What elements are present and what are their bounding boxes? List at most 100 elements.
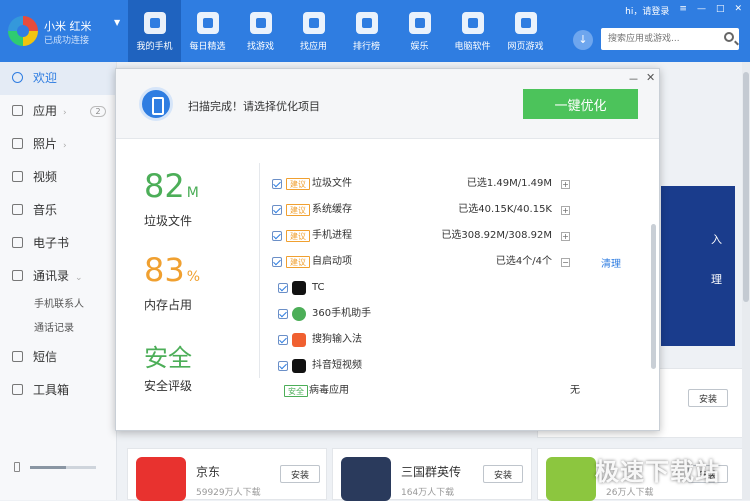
sidebar-item-apps[interactable]: 应用 › 2 — [0, 95, 116, 128]
stat-junk: 82 M 垃圾文件 — [144, 169, 254, 229]
app-name: 搜狗输入法 — [312, 334, 362, 345]
sidebar-item-toolbox[interactable]: 工具箱 — [0, 374, 116, 407]
opt-row-junk: 建议 垃圾文件 已选1.49M/1.49M + — [272, 175, 597, 193]
checkbox[interactable] — [278, 335, 288, 345]
suggest-tag: 建议 — [286, 256, 310, 268]
menu-icon[interactable]: ≡ — [679, 4, 687, 17]
app-name: TC — [312, 282, 325, 293]
nav-label: 排行榜 — [352, 42, 380, 52]
sidebar-item-music[interactable]: 音乐 — [0, 194, 116, 227]
web-game-icon — [514, 12, 537, 34]
main-scrollbar[interactable] — [742, 62, 750, 500]
login-link[interactable]: hi，请登录 — [625, 4, 669, 17]
book-icon — [12, 237, 23, 248]
dialog-scrollbar[interactable] — [651, 224, 656, 369]
stat-unit: % — [186, 269, 201, 285]
opt-size: 已选4个/4个 — [495, 256, 552, 267]
expand-icon[interactable]: + — [561, 232, 570, 241]
compass-icon — [12, 72, 23, 83]
nav-label: 我的手机 — [136, 42, 173, 52]
virus-row: 安全 病毒应用 无 — [284, 382, 580, 400]
video-icon — [12, 171, 23, 182]
suggest-tag: 建议 — [286, 204, 310, 216]
sidebar-item-welcome[interactable]: 欢迎 — [0, 62, 116, 95]
nav-label: 电脑软件 — [454, 42, 491, 52]
tc-app-icon — [292, 281, 306, 295]
optimize-dialog: － ✕ 扫描完成！请选择优化项目 一键优化 82 M 垃圾文件 83% 内存占用 … — [115, 68, 660, 431]
phone-scan-icon — [139, 87, 173, 121]
game-app-icon — [546, 457, 596, 501]
storage-bar — [30, 466, 96, 469]
monitor-icon — [461, 12, 484, 34]
bag-icon — [302, 12, 325, 34]
sidebar-item-videos[interactable]: 视频 — [0, 161, 116, 194]
nav-daily-picks[interactable]: 每日精选 — [181, 0, 234, 62]
dialog-title: 扫描完成！请选择优化项目 — [188, 100, 320, 113]
checkbox[interactable] — [278, 283, 288, 293]
app-title[interactable]: 三国群英传 — [401, 463, 461, 480]
clean-link[interactable]: 清理 — [601, 255, 621, 270]
install-button[interactable]: 安装 — [280, 465, 320, 483]
dialog-divider — [259, 163, 260, 378]
expand-icon[interactable]: + — [561, 206, 570, 215]
nav-pc-software[interactable]: 电脑软件 — [446, 0, 499, 62]
checkbox[interactable] — [272, 231, 282, 241]
one-click-optimize-button[interactable]: 一键优化 — [523, 89, 638, 119]
nav-label: 娱乐 — [410, 42, 429, 52]
main-nav: 我的手机 每日精选 找游戏 找应用 排行榜 娱乐 电脑软件 网页游戏 — [128, 0, 552, 62]
app-title[interactable]: 京东 — [196, 463, 220, 480]
checkbox[interactable] — [272, 205, 282, 215]
sidebar-item-contacts[interactable]: 通讯录 ⌄ — [0, 260, 116, 293]
sidebar-item-ebooks[interactable]: 电子书 — [0, 227, 116, 260]
install-button[interactable]: 安装 — [688, 389, 728, 407]
maximize-icon[interactable]: □ — [716, 4, 725, 17]
sidebar-item-photos[interactable]: 照片 › — [0, 128, 116, 161]
minimize-icon[interactable]: — — [697, 4, 706, 17]
sidebar-item-label: 音乐 — [33, 203, 58, 217]
promo-banner[interactable]: 入 理 — [661, 186, 735, 346]
dialog-close-icon[interactable]: ✕ — [646, 71, 655, 84]
checkbox[interactable] — [278, 309, 288, 319]
nav-web-games[interactable]: 网页游戏 — [499, 0, 552, 62]
watermark: 极速下载站 — [595, 458, 720, 486]
stat-value: 82 — [144, 167, 185, 205]
nav-my-phone[interactable]: 我的手机 — [128, 0, 181, 62]
dialog-header: － ✕ 扫描完成！请选择优化项目 一键优化 — [116, 69, 659, 139]
sidebar-item-sms[interactable]: 短信 — [0, 341, 116, 374]
dialog-minimize-icon[interactable]: － — [628, 71, 639, 87]
nav-ranking[interactable]: 排行榜 — [340, 0, 393, 62]
checkbox[interactable] — [272, 257, 282, 267]
stat-label: 内存占用 — [144, 298, 193, 312]
close-icon[interactable]: ✕ — [734, 4, 742, 17]
opt-size: 已选1.49M/1.49M — [466, 178, 552, 189]
nav-entertainment[interactable]: 娱乐 — [393, 0, 446, 62]
banner-text: 入 — [711, 233, 722, 246]
sidebar-sub-phone-contacts[interactable]: 手机联系人 — [0, 293, 116, 317]
sidebar-sub-call-log[interactable]: 通话记录 — [0, 317, 116, 341]
jd-app-icon — [136, 457, 186, 501]
nav-find-games[interactable]: 找游戏 — [234, 0, 287, 62]
douyin-icon — [292, 359, 306, 373]
expand-icon[interactable]: + — [561, 180, 570, 189]
chevron-down-icon: ⌄ — [75, 273, 83, 283]
download-icon[interactable]: ↓ — [573, 30, 593, 50]
chevron-down-icon[interactable]: ▼ — [114, 18, 120, 27]
device-status: 已成功连接 — [44, 36, 90, 46]
nav-label: 每日精选 — [189, 42, 226, 52]
device-switcher[interactable]: 小米 红米 已成功连接 ▼ — [0, 0, 128, 62]
suggest-tag: 建议 — [286, 178, 310, 190]
checkbox[interactable] — [272, 179, 282, 189]
opt-name: 系统缓存 — [312, 204, 352, 215]
nav-find-apps[interactable]: 找应用 — [287, 0, 340, 62]
stat-security: 安全 安全评级 — [144, 341, 254, 394]
search-icon[interactable] — [724, 32, 734, 42]
toolbox-icon — [12, 384, 23, 395]
nav-label: 找应用 — [299, 42, 327, 52]
collapse-icon[interactable]: − — [561, 258, 570, 267]
opt-size: 已选308.92M/308.92M — [441, 230, 552, 241]
install-button[interactable]: 安装 — [483, 465, 523, 483]
search-input[interactable] — [601, 28, 716, 50]
checkbox[interactable] — [278, 361, 288, 371]
app-downloads: 164万人下载 — [401, 488, 455, 498]
window-controls: hi，请登录 ≡ — □ ✕ — [625, 4, 742, 17]
